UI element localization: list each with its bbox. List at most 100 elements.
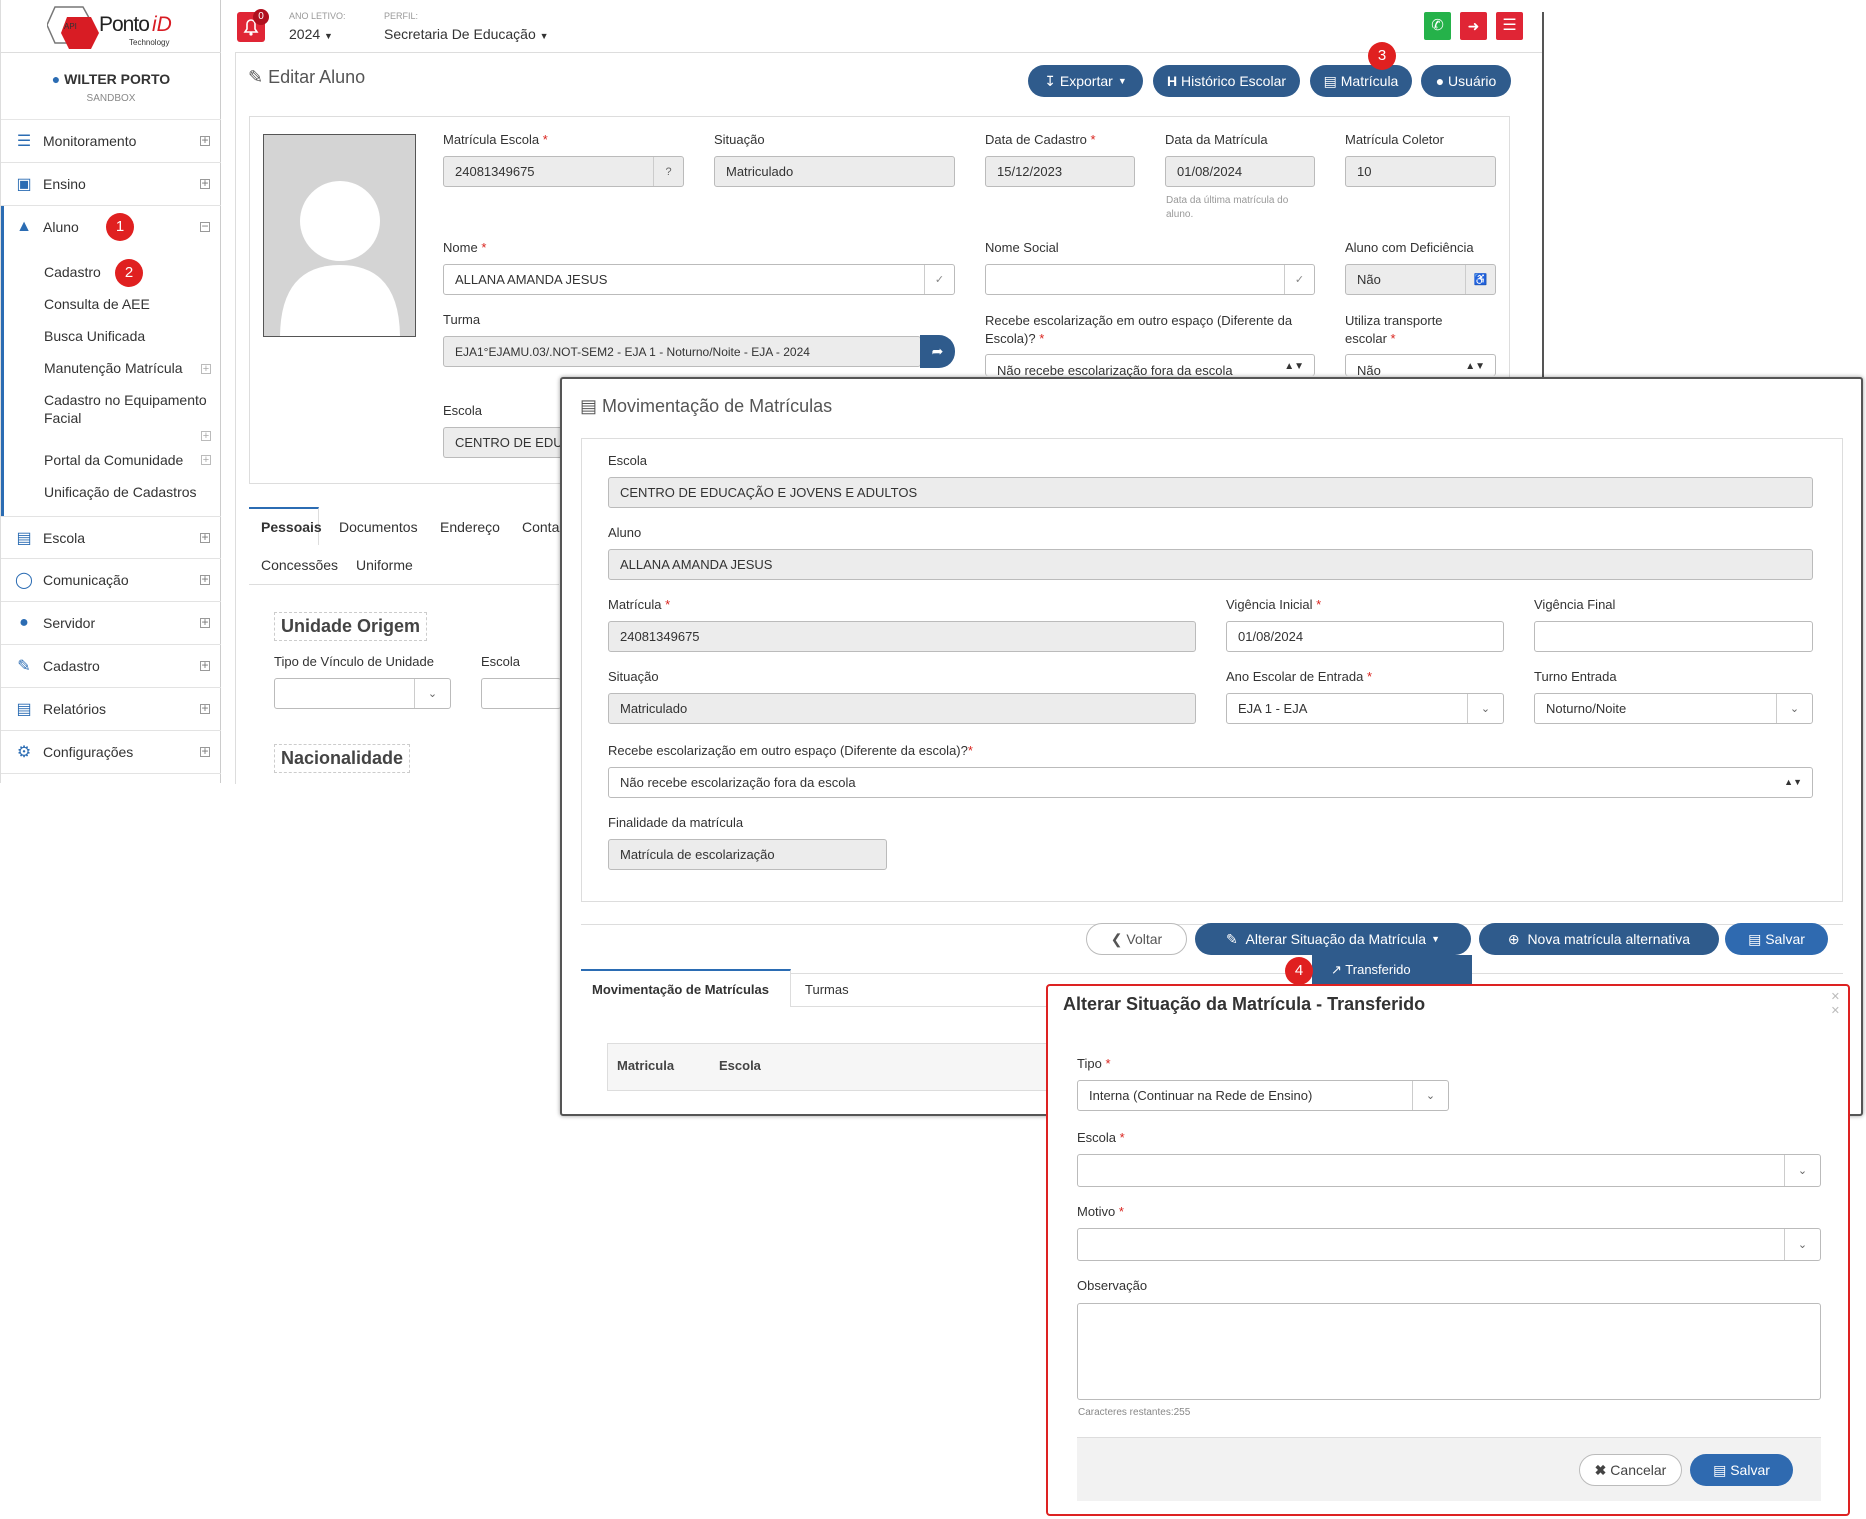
origem-escola-input[interactable] [481,678,561,709]
check-icon: ✓ [924,265,954,294]
nav-servidor[interactable]: ● Servidor + [1,602,221,645]
tab-pessoais[interactable]: Pessoais [261,519,322,535]
exportar-button[interactable]: ↧ Exportar ▼ [1028,65,1143,97]
tab-contato[interactable]: Conta [522,519,559,535]
nome-social-input[interactable]: ✓ [985,264,1315,295]
tab-turmas[interactable]: Turmas [805,982,849,997]
nav-busca-unificada[interactable]: Busca Unificada [44,328,145,344]
nav-configuracoes[interactable]: ⚙ Configurações + [1,731,221,774]
turno-entrada-select[interactable]: Noturno/Noite ⌄ [1534,693,1813,724]
profile-select[interactable]: Secretaria De Educação ▼ [384,26,549,42]
nav-manutencao-matricula[interactable]: Manutenção Matrícula [44,360,183,376]
dropdown-transferido[interactable]: ↗ Transferido [1312,955,1472,987]
menu-button[interactable]: ☰ [1496,12,1523,40]
nome-input[interactable]: ALLANA AMANDA JESUS ✓ [443,264,955,295]
alterar-situacao-button[interactable]: ✎ Alterar Situação da Matrícula ▼ [1195,923,1471,955]
sidebar: API Ponto iD Technology ● WILTER PORTO S… [0,0,221,783]
input-value: Não [1357,272,1381,287]
salvar-modal-button[interactable]: ▤ Salvar [1725,923,1828,955]
usuario-button[interactable]: ● Usuário [1421,65,1511,97]
btn-label: Exportar [1059,73,1113,89]
deficiencia-label: Aluno com Deficiência [1345,240,1474,255]
tipo-select[interactable]: Interna (Continuar na Rede de Ensino) ⌄ [1077,1080,1449,1111]
document-icon: ▤ [16,701,32,718]
mov-escola-input[interactable]: CENTRO DE EDUCAÇÃO E JOVENS E ADULTOS [608,477,1813,508]
tab-endereco[interactable]: Endereço [440,519,500,535]
window-border [1542,12,1544,378]
data-cadastro-input[interactable]: 15/12/2023 [985,156,1135,187]
close-icon[interactable]: ✕ ✕ [1831,990,1840,1018]
nav-label: Escola [43,529,86,546]
recebe-select[interactable]: Não recebe escolarização fora da escola ▲… [985,354,1315,378]
year-select[interactable]: 2024 ▼ [289,26,333,42]
salvar-dialog-button[interactable]: ▤ Salvar [1690,1454,1793,1486]
historico-escolar-button[interactable]: H Histórico Escolar [1153,65,1300,97]
turma-go-button[interactable]: ➦ [920,335,955,368]
situacao-input[interactable]: Matriculado [714,156,955,187]
cancelar-button[interactable]: ✖ Cancelar [1579,1454,1682,1486]
observacao-textarea[interactable] [1077,1303,1821,1400]
turma-label: Turma [443,312,481,327]
save-icon: ▤ [1713,1461,1731,1478]
gear-icon: ⚙ [16,744,32,761]
turma-input[interactable]: EJA1°EJAMU.03/.NOT-SEM2 - EJA 1 - Noturn… [443,336,921,367]
nav-portal-comunidade[interactable]: Portal da Comunidade [44,452,183,468]
select-value: Noturno/Noite [1546,701,1627,716]
nav-cadastro[interactable]: Cadastro [44,264,101,280]
nav-comunicacao[interactable]: ◯ Comunicação + [1,559,221,602]
dialog-escola-select[interactable]: ⌄ [1077,1154,1821,1187]
nav-ensino[interactable]: ▣ Ensino + [1,163,221,206]
tab-concessoes[interactable]: Concessões [261,557,338,573]
nav-relatorios[interactable]: ▤ Relatórios + [1,688,221,731]
mov-escola-label: Escola [608,453,648,468]
voltar-button[interactable]: ❮ Voltar [1086,923,1187,955]
year-value: 2024 [289,26,321,42]
nav-cadastro-equipamento-2[interactable]: Facial [44,410,81,426]
user-name: WILTER PORTO [64,71,171,87]
mov-recebe-select[interactable]: Não recebe escolarização fora da escola ▲… [608,767,1813,798]
mat-escola-input[interactable]: 24081349675? [443,156,684,187]
transporte-select[interactable]: Não ▲▼ [1345,354,1496,378]
chars-remaining: Caracteres restantes:255 [1078,1407,1191,1418]
sort-icon: ▲▼ [1784,777,1802,787]
vigencia-inicial-input[interactable]: 01/08/2024 [1226,621,1504,652]
vinculo-select[interactable]: ⌄ [274,678,451,709]
observacao-label: Observação [1077,1278,1148,1293]
matricula-button[interactable]: ▤ Matrícula [1310,65,1412,97]
nav-monitoramento[interactable]: ☰ Monitoramento + [1,120,221,163]
select-value: Não [1357,363,1381,378]
nav-consulta-aee[interactable]: Consulta de AEE [44,296,150,312]
nav-cadastro-2[interactable]: ✎ Cadastro + [1,645,221,688]
svg-text:API: API [64,22,77,31]
nav-label: Aluno [43,219,79,235]
mov-matricula-input[interactable]: 24081349675 [608,621,1196,652]
mov-aluno-input[interactable]: ALLANA AMANDA JESUS [608,549,1813,580]
tab-documentos[interactable]: Documentos [339,519,418,535]
motivo-select[interactable]: ⌄ [1077,1228,1821,1261]
nav-unificacao-cadastros[interactable]: Unificação de Cadastros [44,484,197,500]
nav-cadastro-equipamento-1[interactable]: Cadastro no Equipamento [44,392,207,408]
mov-situacao-input[interactable]: Matriculado [608,693,1196,724]
nova-matricula-button[interactable]: ⊕ Nova matrícula alternativa [1479,923,1719,955]
finalidade-input[interactable]: Matrícula de escolarização [608,839,887,870]
turno-entrada-label: Turno Entrada [1534,669,1617,684]
tab-movimentacao[interactable]: Movimentação de Matrículas [592,982,769,997]
mat-coletor-input[interactable]: 10 [1345,156,1496,187]
sort-icon: ▲▼ [1284,361,1304,372]
person-icon: ● [19,614,29,631]
help-icon[interactable]: ? [653,157,683,186]
data-matricula-label: Data da Matrícula [1165,132,1268,147]
input-value: 15/12/2023 [997,164,1063,179]
data-matricula-input[interactable]: 01/08/2024 [1165,156,1315,187]
tab-uniforme[interactable]: Uniforme [356,557,413,573]
whatsapp-button[interactable]: ✆ [1424,12,1451,40]
ano-escolar-select[interactable]: EJA 1 - EJA ⌄ [1226,693,1504,724]
expand-icon: + [200,176,210,190]
logout-button[interactable]: ➜ [1460,12,1487,40]
book-icon: ▣ [16,176,32,193]
nav-escola[interactable]: ▤ Escola + [1,516,221,559]
vigencia-final-input[interactable] [1534,621,1813,652]
h-icon: H [1166,73,1181,89]
deficiencia-input[interactable]: Não ♿ [1345,264,1496,295]
file-icon: ▤ [1323,72,1341,89]
